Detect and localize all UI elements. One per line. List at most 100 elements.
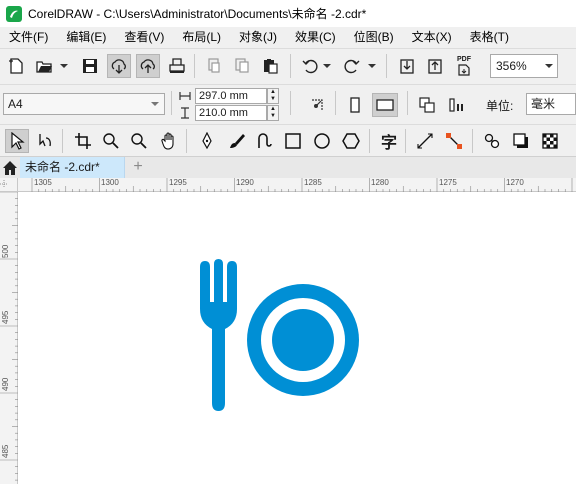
- ruler-label: 1290: [236, 178, 254, 187]
- cloud-upload-icon: [140, 59, 155, 73]
- import-button[interactable]: [395, 54, 419, 78]
- page-width-value: 297.0 mm: [199, 90, 248, 102]
- artistic-media-tool-button[interactable]: [224, 129, 248, 153]
- toolbar-separator: [171, 91, 172, 115]
- fork-and-plate-graphic[interactable]: [200, 259, 359, 411]
- landscape-button[interactable]: [372, 93, 398, 117]
- current-page-button[interactable]: [445, 93, 469, 117]
- crop-tool-button[interactable]: [71, 129, 95, 153]
- page-width-spinner[interactable]: ▲ ▼: [267, 88, 279, 104]
- menu-view[interactable]: 查看(V): [115, 27, 173, 48]
- page-width-icon: [179, 92, 191, 100]
- ellipse-tool-button[interactable]: [310, 129, 334, 153]
- spin-down-icon: ▼: [270, 113, 276, 119]
- rectangle-tool-button[interactable]: [281, 129, 305, 153]
- menu-effects[interactable]: 效果(C): [286, 27, 345, 48]
- zoom-level-combobox[interactable]: 356%: [490, 54, 558, 78]
- horizontal-ruler[interactable]: 1305 1300 1295 1290 1285 1280 1275 1270: [18, 178, 576, 192]
- plate-center[interactable]: [272, 309, 334, 371]
- shape-tool-button[interactable]: [33, 129, 57, 153]
- page-size-select[interactable]: A4: [3, 93, 165, 115]
- ruler-label: 485: [1, 444, 10, 458]
- blend-tool-button[interactable]: [480, 129, 504, 153]
- ruler-origin-icon: [0, 180, 8, 188]
- home-icon[interactable]: [2, 160, 18, 176]
- redo-button[interactable]: [340, 54, 364, 78]
- drop-shadow-tool-button[interactable]: [509, 129, 533, 153]
- menu-bitmaps[interactable]: 位图(B): [345, 27, 403, 48]
- page-height-spinner[interactable]: ▲ ▼: [267, 105, 279, 121]
- cloud-download-icon: [111, 59, 126, 74]
- all-pages-layout-button[interactable]: [415, 93, 439, 117]
- ruler-label: 1305: [34, 178, 52, 187]
- zoom-tool-button[interactable]: [99, 129, 123, 153]
- smart-drawing-tool-button[interactable]: [252, 129, 276, 153]
- text-tool-icon: 字: [380, 135, 397, 152]
- artwork-layer: [200, 259, 359, 411]
- cut-icon: [208, 58, 220, 73]
- connector-tool-button[interactable]: [442, 129, 466, 153]
- menu-edit[interactable]: 编辑(E): [57, 27, 115, 48]
- diagonal-line-icon: [417, 133, 433, 149]
- ruler-origin[interactable]: [0, 178, 18, 192]
- vertical-ruler[interactable]: 500 495 490 485: [0, 192, 18, 484]
- zoom-out-tool-button[interactable]: [127, 129, 151, 153]
- spin-down-icon: ▼: [270, 96, 276, 102]
- tab-untitled-2[interactable]: 未命名 -2.cdr*: [20, 157, 125, 179]
- menu-object[interactable]: 对象(J): [230, 27, 286, 48]
- magnifier-icon: [103, 133, 119, 149]
- cloud-export-button[interactable]: [136, 54, 160, 78]
- zoom-level-value: 356%: [496, 59, 527, 73]
- drawing-canvas[interactable]: [19, 193, 576, 484]
- units-value: 毫米: [531, 97, 556, 111]
- ruler-label: 500: [1, 244, 10, 258]
- toolbar-separator: [62, 129, 63, 153]
- add-tab-icon[interactable]: +: [130, 159, 146, 175]
- zoom-dropdown-arrow[interactable]: [541, 55, 557, 77]
- page-height-input[interactable]: 210.0 mm: [195, 105, 267, 121]
- polygon-tool-button[interactable]: [339, 129, 363, 153]
- menu-file[interactable]: 文件(F): [0, 27, 57, 48]
- save-button[interactable]: [78, 54, 102, 78]
- blend-icon: [484, 133, 500, 149]
- menu-text[interactable]: 文本(X): [403, 27, 461, 48]
- connector-icon: [446, 133, 462, 149]
- print-button[interactable]: [165, 54, 189, 78]
- cloud-import-button[interactable]: [107, 54, 131, 78]
- coreldraw-app-icon: [6, 5, 22, 22]
- undo-dropdown-arrow[interactable]: [323, 54, 331, 78]
- units-select[interactable]: 毫米: [526, 93, 576, 115]
- menu-layout[interactable]: 布局(L): [173, 27, 230, 48]
- page-width-input[interactable]: 297.0 mm: [195, 88, 267, 104]
- pan-tool-button[interactable]: [157, 129, 181, 153]
- new-document-button[interactable]: [4, 54, 28, 78]
- paste-button[interactable]: [258, 54, 282, 78]
- page-size-dropdown-arrow[interactable]: [148, 94, 162, 114]
- menu-table[interactable]: 表格(T): [461, 27, 518, 48]
- dimension-tool-button[interactable]: [413, 129, 437, 153]
- portrait-button[interactable]: [343, 93, 367, 117]
- undo-button[interactable]: [298, 54, 322, 78]
- document-tab-bar: 未命名 -2.cdr* +: [0, 156, 576, 179]
- redo-dropdown-arrow[interactable]: [368, 54, 376, 78]
- page-height-value: 210.0 mm: [199, 107, 248, 119]
- window-title: CorelDRAW - C:\Users\Administrator\Docum…: [28, 7, 367, 21]
- open-button[interactable]: [32, 54, 56, 78]
- crop-icon: [75, 133, 91, 149]
- page-height-icon: [181, 107, 189, 119]
- cut-button[interactable]: [202, 54, 226, 78]
- all-pages-button[interactable]: [305, 93, 329, 117]
- open-dropdown-arrow[interactable]: [60, 54, 68, 78]
- spin-up-icon: ▲: [270, 89, 276, 95]
- copy-button[interactable]: [230, 54, 254, 78]
- pen-tool-button[interactable]: [195, 129, 219, 153]
- standard-toolbar: PDF 356%: [0, 48, 576, 84]
- text-tool-button[interactable]: 字: [377, 129, 401, 153]
- pick-tool-button[interactable]: [5, 129, 29, 153]
- toolbar-separator: [369, 129, 370, 153]
- redo-icon: [344, 59, 360, 74]
- publish-pdf-button[interactable]: PDF: [452, 54, 476, 78]
- export-button[interactable]: [423, 54, 447, 78]
- fork-shape[interactable]: [200, 259, 237, 411]
- transparency-tool-button[interactable]: [538, 129, 562, 153]
